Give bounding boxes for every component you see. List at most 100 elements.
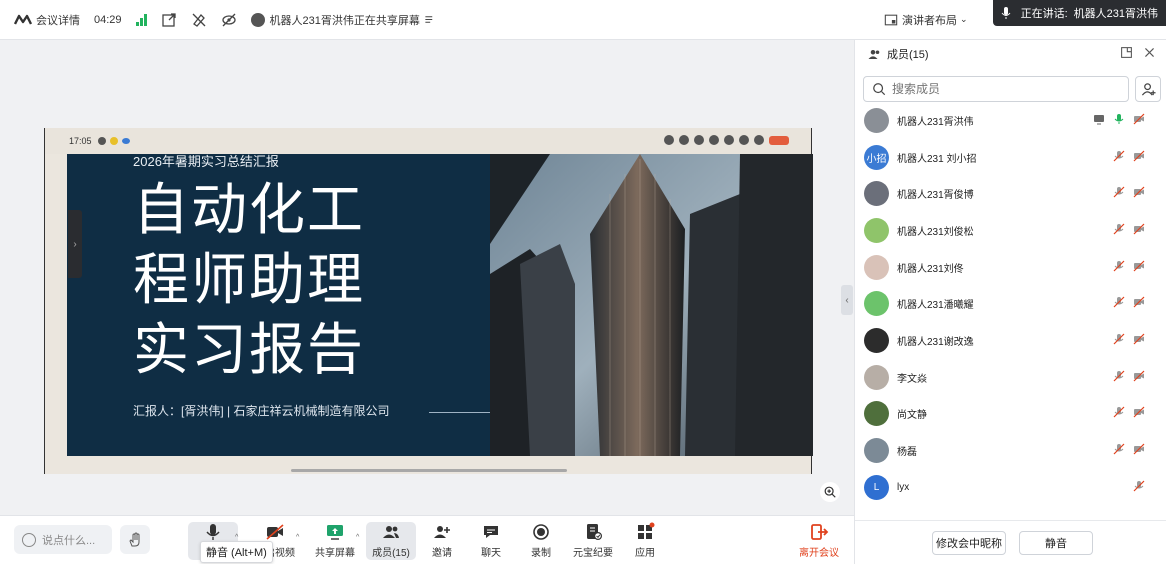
- member-row[interactable]: 机器人231刘俊松: [855, 212, 1166, 249]
- meeting-summary-label: 元宝纪要: [573, 548, 613, 559]
- member-row[interactable]: 杨磊: [855, 432, 1166, 469]
- mic-muted-icon[interactable]: [1133, 480, 1145, 495]
- mic-muted-icon[interactable]: [1113, 150, 1125, 165]
- mic-muted-icon[interactable]: [1113, 370, 1125, 385]
- member-status-icons: [1113, 333, 1145, 348]
- member-search-input[interactable]: [892, 82, 1112, 96]
- camera-off-icon[interactable]: [1133, 296, 1145, 311]
- record-button[interactable]: 录制: [516, 522, 566, 560]
- camera-off-icon[interactable]: [1133, 186, 1145, 201]
- quick-chat-input[interactable]: 说点什么...: [14, 525, 112, 554]
- sharing-status-text: 机器人231胥洪伟正在共享屏幕: [269, 14, 420, 27]
- raise-hand-button[interactable]: [120, 525, 150, 554]
- phone-5g-icon: [739, 135, 749, 145]
- popout-icon[interactable]: [161, 12, 177, 28]
- sharing-menu-icon[interactable]: [424, 14, 435, 25]
- member-name: 杨磊: [897, 447, 917, 459]
- mute-all-button[interactable]: 静音: [1019, 531, 1093, 555]
- share-options-caret[interactable]: ^: [356, 534, 359, 541]
- phone-cloud-icon: [121, 138, 130, 144]
- chat-button[interactable]: 聊天: [466, 522, 516, 560]
- member-row[interactable]: Llyx: [855, 469, 1166, 506]
- camera-off-icon[interactable]: [1133, 443, 1145, 458]
- phone-wifi-icon: [754, 135, 764, 145]
- member-avatar: [864, 217, 889, 243]
- member-status-icons: [1113, 186, 1145, 201]
- mic-muted-icon[interactable]: [1113, 260, 1125, 275]
- member-list: 机器人231胥洪伟 小招 机器人231 刘小招 机器人231胥俊博 机器人231刘俊松机…: [855, 102, 1166, 520]
- member-row[interactable]: 尚文静: [855, 396, 1166, 433]
- member-status-icons: [1113, 370, 1145, 385]
- member-row[interactable]: 机器人231胥俊博: [855, 175, 1166, 212]
- screen-share-icon: [1093, 113, 1105, 128]
- camera-off-icon[interactable]: [1133, 406, 1145, 421]
- slide-divider: [429, 412, 491, 413]
- member-name: 机器人231胥俊博: [897, 190, 974, 202]
- camera-off-icon[interactable]: [1133, 333, 1145, 348]
- member-row[interactable]: 小招 机器人231 刘小招: [855, 139, 1166, 176]
- member-row[interactable]: 机器人231胥洪伟: [855, 102, 1166, 139]
- camera-off-icon[interactable]: [1133, 370, 1145, 385]
- expand-left-handle[interactable]: ›: [68, 210, 82, 278]
- mic-muted-icon[interactable]: [1113, 223, 1125, 238]
- members-icon: [868, 49, 880, 59]
- member-row[interactable]: 机器人231刘佟: [855, 249, 1166, 286]
- camera-off-icon[interactable]: [1133, 150, 1145, 165]
- camera-off-icon[interactable]: [1133, 113, 1145, 128]
- member-status-icons: [1113, 443, 1145, 458]
- video-options-caret[interactable]: ^: [296, 534, 299, 541]
- member-avatar: [864, 438, 889, 464]
- member-status-icons: [1113, 223, 1145, 238]
- popout-panel-icon[interactable]: [1120, 46, 1133, 59]
- leave-meeting-label: 离开会议: [799, 548, 839, 559]
- meeting-duration-text: 04:29: [94, 13, 122, 26]
- emoji-icon[interactable]: [22, 532, 36, 547]
- phone-time: 17:05: [69, 136, 92, 146]
- meeting-details-button[interactable]: 会议详情: [14, 12, 80, 28]
- apps-button[interactable]: 应用: [620, 522, 670, 560]
- member-status-icons: [1113, 150, 1145, 165]
- phone-mic-icon: [679, 135, 689, 145]
- annotation-off-icon[interactable]: [191, 12, 207, 28]
- close-icon[interactable]: [1143, 46, 1156, 59]
- mic-muted-icon[interactable]: [1113, 406, 1125, 421]
- mic-muted-icon[interactable]: [1113, 443, 1125, 458]
- meeting-summary-button[interactable]: 元宝纪要: [568, 522, 618, 560]
- camera-off-icon[interactable]: [1133, 260, 1145, 275]
- horizontal-scrollbar[interactable]: [291, 469, 567, 472]
- share-screen-button[interactable]: 共享屏幕: [310, 522, 360, 560]
- hide-view-icon[interactable]: [221, 12, 237, 28]
- add-member-button[interactable]: [1135, 76, 1161, 102]
- member-row[interactable]: 机器人231潘曦耀: [855, 285, 1166, 322]
- share-screen-icon: [327, 525, 343, 540]
- member-row[interactable]: 李文焱: [855, 359, 1166, 396]
- speaking-indicator: 正在讲话: 机器人231胥洪伟: [992, 0, 1166, 26]
- top-bar-right: 演讲者布局 ⌄ 正在讲话: 机器人231胥洪伟: [854, 0, 1166, 40]
- mic-muted-icon[interactable]: [1113, 186, 1125, 201]
- member-row[interactable]: 机器人231谢改逸: [855, 322, 1166, 359]
- record-label: 录制: [531, 548, 551, 559]
- microphone-icon: [206, 524, 220, 540]
- mic-on-icon[interactable]: [1113, 113, 1125, 128]
- network-signal-icon[interactable]: [135, 13, 147, 26]
- mic-muted-icon[interactable]: [1113, 296, 1125, 311]
- member-avatar: [864, 364, 889, 390]
- leave-meeting-button[interactable]: 离开会议: [794, 522, 844, 560]
- member-search-box[interactable]: [863, 76, 1129, 102]
- invite-button[interactable]: 邀请: [417, 522, 467, 560]
- search-icon: [873, 83, 886, 96]
- member-avatar: [864, 291, 889, 317]
- rename-button[interactable]: 修改会中昵称: [932, 531, 1006, 555]
- mute-options-caret[interactable]: ^: [235, 534, 238, 541]
- phone-data-icon: [709, 135, 719, 145]
- members-icon: [383, 526, 399, 538]
- meeting-details-label: 会议详情: [36, 14, 80, 27]
- members-button[interactable]: 成员(15): [366, 522, 416, 560]
- speaker-layout-button[interactable]: 演讲者布局 ⌄: [884, 12, 968, 28]
- mic-muted-icon[interactable]: [1113, 333, 1125, 348]
- member-name: 机器人231 刘小招: [897, 153, 977, 165]
- zoom-in-icon[interactable]: [820, 482, 840, 502]
- member-name: 李文焱: [897, 373, 927, 385]
- camera-off-icon[interactable]: [1133, 223, 1145, 238]
- collapse-panel-button[interactable]: ‹: [841, 285, 853, 315]
